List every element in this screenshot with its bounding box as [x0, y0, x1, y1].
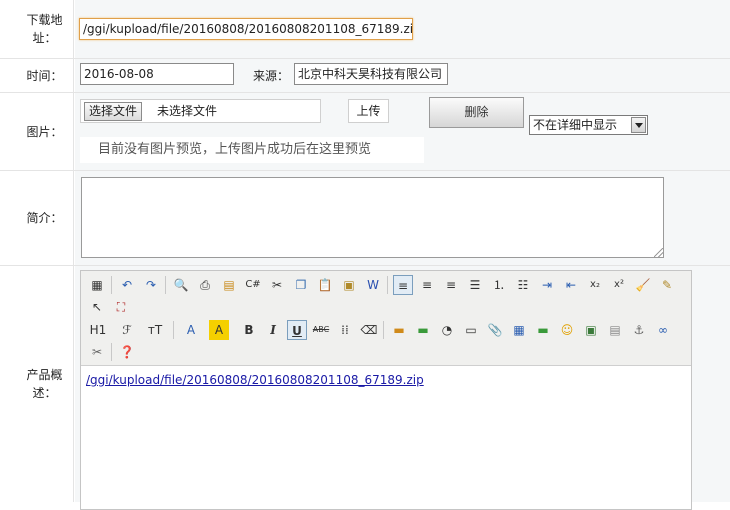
font-color-icon[interactable]: A: [181, 320, 201, 340]
time-row: 时间： 2016-08-08 来源： 北京中科天昊科技有限公司: [0, 59, 730, 93]
delete-button[interactable]: 删除: [429, 97, 524, 128]
download-label: 下载地址：: [0, 0, 74, 58]
bold-icon[interactable]: B: [239, 320, 259, 340]
page-break-icon[interactable]: ▤: [605, 320, 625, 340]
select-all-icon[interactable]: ✎: [657, 275, 677, 295]
font-size-icon[interactable]: тT: [145, 320, 165, 340]
image-row: 图片： 选择文件 未选择文件 上传 删除 不在详细中显示 目前没有图片预览，上传…: [0, 93, 730, 171]
clear-format-icon[interactable]: 🧹: [633, 275, 653, 295]
highlight-color-icon[interactable]: A: [209, 320, 229, 340]
multi-image-icon[interactable]: ▬: [413, 320, 433, 340]
heading-icon[interactable]: H1: [85, 320, 111, 340]
align-justify-icon[interactable]: ☰: [465, 275, 485, 295]
paste-icon[interactable]: 📋: [315, 275, 335, 295]
preview-icon[interactable]: 🔍: [171, 275, 191, 295]
resize-grip-icon[interactable]: [654, 248, 663, 257]
upload-button[interactable]: 上传: [348, 99, 389, 123]
map-icon[interactable]: ▣: [581, 320, 601, 340]
copy-icon[interactable]: ❐: [291, 275, 311, 295]
link-icon[interactable]: ∞: [653, 320, 673, 340]
help-icon[interactable]: ❓: [117, 342, 137, 362]
align-center-icon[interactable]: ≡: [417, 275, 437, 295]
display-select[interactable]: 不在详细中显示: [529, 115, 648, 135]
content-file-link[interactable]: /ggi/kupload/file/20160808/2016080820110…: [86, 373, 424, 387]
paste-plain-icon[interactable]: ▣: [339, 275, 359, 295]
anchor-icon[interactable]: ⚓: [629, 320, 649, 340]
font-family-icon[interactable]: ℱ: [117, 320, 137, 340]
time-label: 时间：: [0, 59, 74, 92]
superscript-icon[interactable]: x²: [609, 275, 629, 295]
align-right-icon[interactable]: ≡: [441, 275, 461, 295]
print-icon[interactable]: ⎙: [195, 275, 215, 295]
summary-row: 简介：: [0, 171, 730, 266]
editor-toolbar: ▦ ↶ ↷ 🔍 ⎙ ▤ C# ✂ ❐ 📋 ▣ W ≡ ≡ ≡ ☰ ⒈ ☷ ⇥ ⇤…: [81, 271, 691, 366]
summary-label: 简介：: [0, 171, 74, 265]
italic-icon[interactable]: I: [263, 320, 283, 340]
underline-icon[interactable]: U: [287, 320, 307, 340]
overview-row: 产品概述： ▦ ↶ ↷ 🔍 ⎙ ▤ C# ✂ ❐ 📋 ▣ W ≡ ≡ ≡ ☰ ⒈…: [0, 266, 730, 510]
strikethrough-icon[interactable]: ABC: [311, 320, 331, 340]
rich-editor: ▦ ↶ ↷ 🔍 ⎙ ▤ C# ✂ ❐ 📋 ▣ W ≡ ≡ ≡ ☰ ⒈ ☷ ⇥ ⇤…: [80, 270, 692, 510]
chevron-down-icon: [631, 117, 646, 133]
choose-file-button[interactable]: 选择文件: [84, 102, 143, 121]
align-left-icon[interactable]: ≡: [393, 275, 413, 295]
file-picker[interactable]: 选择文件 未选择文件: [80, 99, 321, 123]
ordered-list-icon[interactable]: ⒈: [489, 275, 509, 295]
source-label: 来源：: [253, 69, 290, 83]
summary-textarea[interactable]: [81, 177, 664, 258]
image-label: 图片：: [0, 93, 74, 170]
source-input[interactable]: 北京中科天昊科技有限公司: [294, 63, 448, 85]
source-code-icon[interactable]: ▦: [87, 275, 107, 295]
unordered-list-icon[interactable]: ☷: [513, 275, 533, 295]
eraser-icon[interactable]: ⌫: [359, 320, 379, 340]
subscript-icon[interactable]: x₂: [585, 275, 605, 295]
media-icon[interactable]: ▭: [461, 320, 481, 340]
overview-label: 产品概述：: [0, 266, 74, 502]
no-file-text: 未选择文件: [157, 104, 218, 118]
insert-image-icon[interactable]: ▬: [389, 320, 409, 340]
attachment-icon[interactable]: 📎: [485, 320, 505, 340]
cut-icon[interactable]: ✂: [267, 275, 287, 295]
undo-icon[interactable]: ↶: [117, 275, 137, 295]
template-icon[interactable]: ▤: [219, 275, 239, 295]
outdent-icon[interactable]: ⇤: [561, 275, 581, 295]
download-row: 下载地址： /ggi/kupload/file/20160808/2016080…: [0, 0, 730, 59]
fullscreen-icon[interactable]: ⛶: [111, 297, 131, 317]
flash-icon[interactable]: ◔: [437, 320, 457, 340]
line-height-icon[interactable]: ⁞⁞: [335, 320, 355, 340]
time-input[interactable]: 2016-08-08: [80, 63, 234, 85]
code-icon[interactable]: C#: [243, 275, 263, 295]
image-preview: 目前没有图片预览，上传图片成功后在这里预览: [80, 137, 424, 163]
cursor-icon[interactable]: ↖: [87, 297, 107, 317]
redo-icon[interactable]: ↷: [141, 275, 161, 295]
unlink-icon[interactable]: ✂: [87, 342, 107, 362]
horizontal-rule-icon[interactable]: ▬: [533, 320, 553, 340]
emoticon-icon[interactable]: ☺: [557, 320, 577, 340]
download-url-input[interactable]: /ggi/kupload/file/20160808/2016080820110…: [79, 18, 413, 40]
paste-word-icon[interactable]: W: [363, 275, 383, 295]
product-edit-form: 下载地址： /ggi/kupload/file/20160808/2016080…: [0, 0, 730, 510]
table-icon[interactable]: ▦: [509, 320, 529, 340]
indent-icon[interactable]: ⇥: [537, 275, 557, 295]
